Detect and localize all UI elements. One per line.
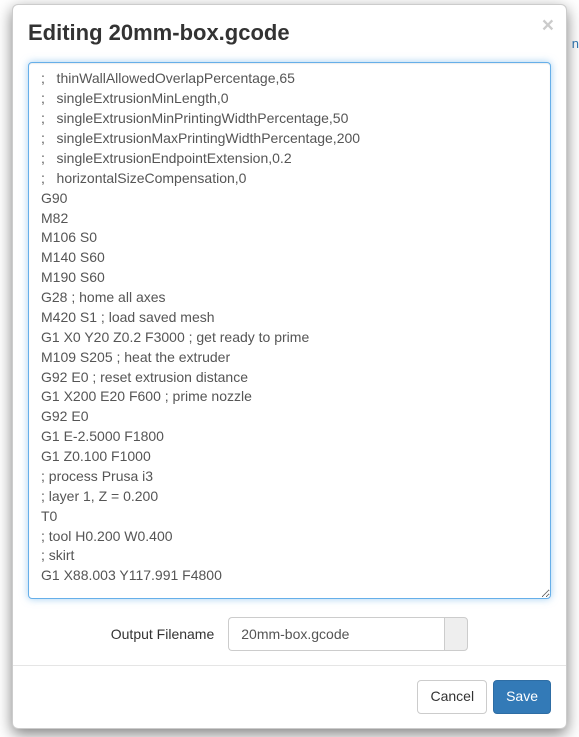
gcode-editor-textarea[interactable]: ; thinWallAllowedOverlapPercentage,65 ; … <box>28 62 551 599</box>
output-filename-label: Output Filename <box>111 626 215 642</box>
modal-title: Editing 20mm-box.gcode <box>28 20 551 46</box>
modal-header: Editing 20mm-box.gcode × <box>13 5 566 58</box>
close-button[interactable]: × <box>542 15 554 36</box>
output-filename-addon[interactable] <box>444 617 468 651</box>
modal-body: ; thinWallAllowedOverlapPercentage,65 ; … <box>13 58 566 665</box>
output-filename-input[interactable] <box>228 617 444 651</box>
save-button[interactable]: Save <box>493 680 551 714</box>
close-icon: × <box>542 14 554 37</box>
output-filename-row: Output Filename <box>28 617 551 651</box>
background-link-fragment: n <box>572 36 579 51</box>
output-filename-group <box>228 617 468 651</box>
cancel-button[interactable]: Cancel <box>417 680 487 714</box>
edit-gcode-modal: Editing 20mm-box.gcode × ; thinWallAllow… <box>12 4 567 729</box>
modal-footer: Cancel Save <box>13 665 566 728</box>
